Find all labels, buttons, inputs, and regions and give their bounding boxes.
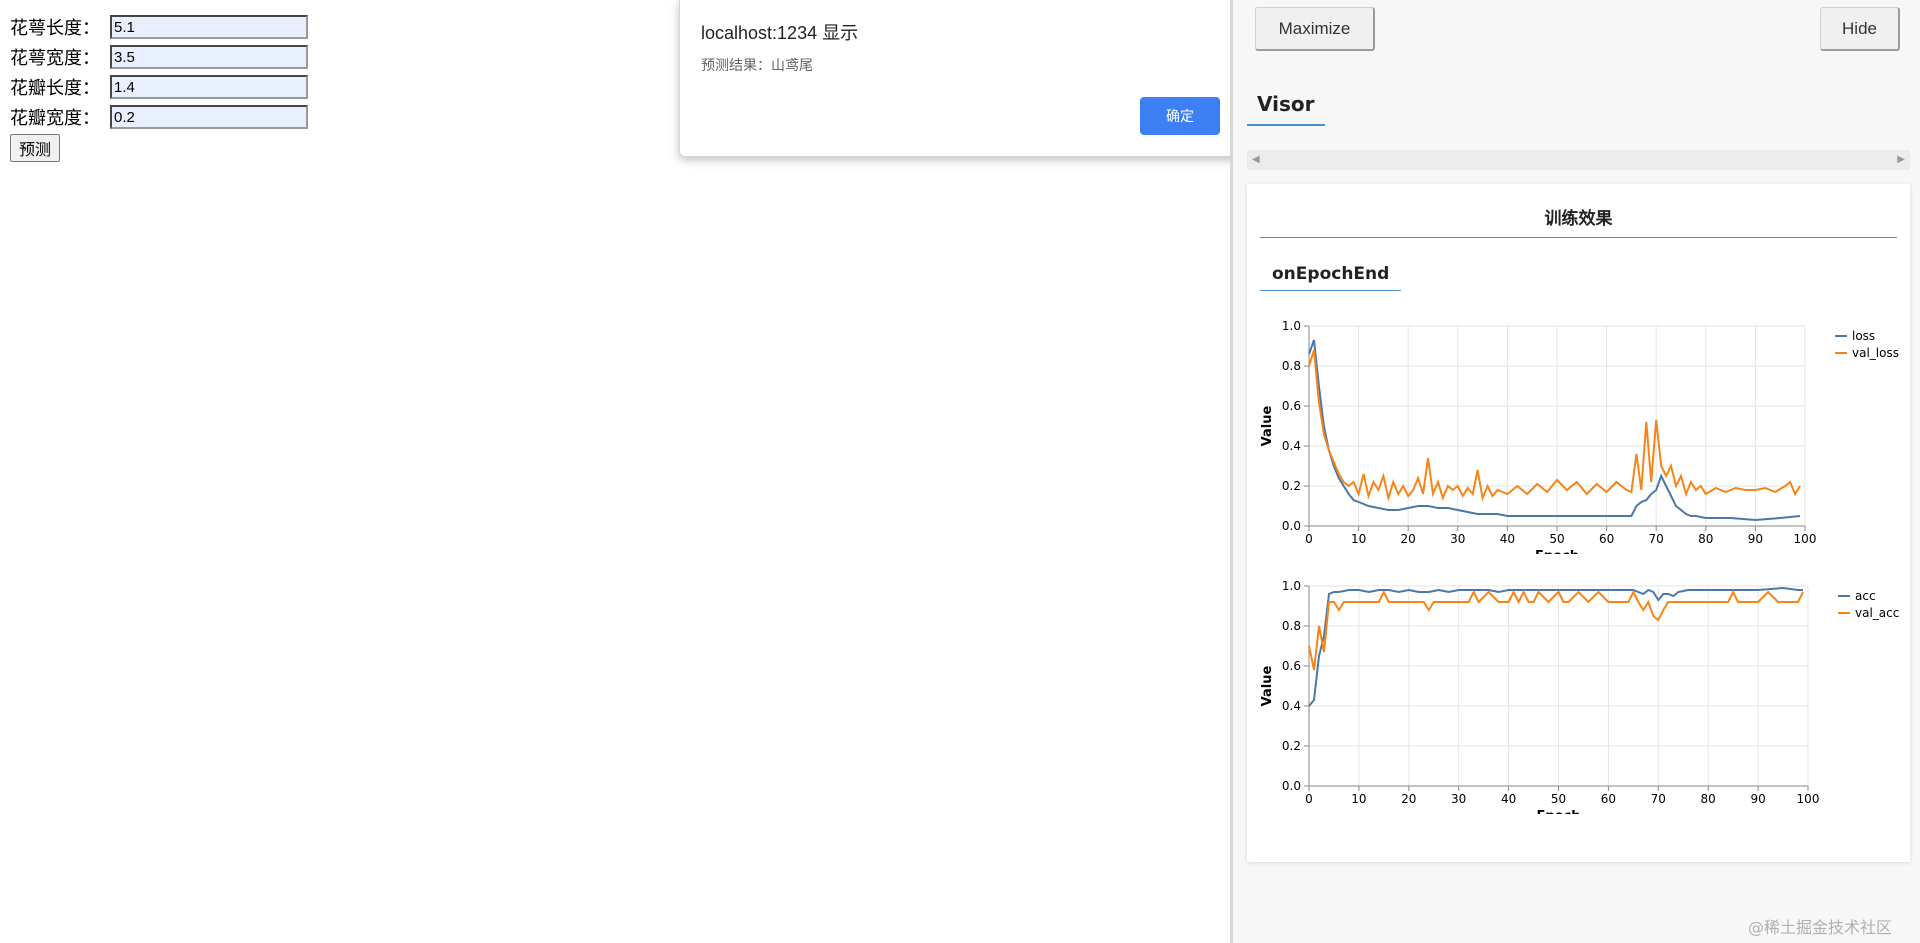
x-tick-label: 30 xyxy=(1451,792,1466,806)
x-axis-label: Epoch xyxy=(1535,549,1579,554)
x-tick-label: 90 xyxy=(1750,792,1765,806)
y-tick-label: 0.2 xyxy=(1282,739,1301,753)
field-row-sepal-width: 花萼宽度： xyxy=(10,42,308,72)
alert-dialog: localhost:1234 显示 预测结果：山鸢尾 确定 xyxy=(679,0,1242,157)
series-line-val-loss xyxy=(1308,349,1801,502)
legend-label: loss xyxy=(1852,329,1875,343)
sepal-length-label: 花萼长度： xyxy=(10,18,100,39)
x-tick-label: 10 xyxy=(1351,792,1366,806)
sepal-length-input[interactable] xyxy=(110,15,308,39)
y-tick-label: 0.0 xyxy=(1282,779,1301,793)
y-tick-label: 0.4 xyxy=(1282,699,1301,713)
y-tick-label: 1.0 xyxy=(1282,319,1301,333)
x-tick-label: 90 xyxy=(1748,532,1763,546)
y-tick-label: 0.6 xyxy=(1282,399,1301,413)
x-tick-label: 50 xyxy=(1551,792,1566,806)
y-tick-label: 1.0 xyxy=(1282,579,1301,593)
maximize-button[interactable]: Maximize xyxy=(1255,7,1375,51)
series-line-loss xyxy=(1308,339,1801,522)
tab-scrollbar[interactable]: ◀ ▶ xyxy=(1247,150,1910,170)
sepal-width-input[interactable] xyxy=(110,45,308,69)
x-tick-label: 20 xyxy=(1401,532,1416,546)
x-tick-label: 0 xyxy=(1305,792,1313,806)
x-tick-label: 30 xyxy=(1450,532,1465,546)
petal-width-input[interactable] xyxy=(110,105,308,129)
predict-button[interactable]: 预测 xyxy=(10,134,61,162)
series-line-acc xyxy=(1308,586,1803,707)
hide-button[interactable]: Hide xyxy=(1820,7,1900,51)
field-row-sepal-length: 花萼长度： xyxy=(10,12,308,42)
iris-form: 花萼长度： 花萼宽度： 花瓣长度： 花瓣宽度： 预测 xyxy=(10,12,308,162)
x-tick-label: 40 xyxy=(1500,532,1515,546)
x-tick-label: 70 xyxy=(1651,792,1666,806)
petal-width-label: 花瓣宽度： xyxy=(10,108,100,129)
y-tick-label: 0.8 xyxy=(1282,359,1301,373)
x-tick-label: 80 xyxy=(1698,532,1713,546)
visor-tab-title[interactable]: Visor xyxy=(1247,92,1325,126)
surface-card: 训练效果 onEpochEnd 0 10 20 30 40 50 60 70 80 90 100 0.… xyxy=(1247,184,1910,862)
y-tick-label: 0.0 xyxy=(1282,519,1301,533)
alert-message: 预测结果：山鸢尾 xyxy=(701,58,813,74)
x-tick-label: 10 xyxy=(1351,532,1366,546)
x-tick-label: 20 xyxy=(1401,792,1416,806)
x-tick-label: 0 xyxy=(1305,532,1313,546)
visor-panel: Maximize Hide Visor ◀ ▶ 训练效果 onEpochEnd … xyxy=(1230,0,1920,943)
petal-length-label: 花瓣长度： xyxy=(10,78,100,99)
x-tick-label: 60 xyxy=(1599,532,1614,546)
x-tick-label: 60 xyxy=(1601,792,1616,806)
scroll-left-icon[interactable]: ◀ xyxy=(1252,154,1260,165)
x-tick-label: 70 xyxy=(1649,532,1664,546)
x-tick-label: 40 xyxy=(1501,792,1516,806)
alert-ok-button[interactable]: 确定 xyxy=(1140,97,1220,135)
y-tick-label: 0.6 xyxy=(1282,659,1301,673)
field-row-petal-width: 花瓣宽度： xyxy=(10,102,308,132)
x-tick-label: 50 xyxy=(1549,532,1564,546)
loss-chart: 0 10 20 30 40 50 60 70 80 90 100 0.0 0.2 0.4 0.6 0.8 1.0… xyxy=(1260,319,1899,554)
y-axis-label: Value xyxy=(1260,405,1275,446)
surface-title: 训练效果 xyxy=(1260,204,1897,238)
petal-length-input[interactable] xyxy=(110,75,308,99)
x-axis-label: Epoch xyxy=(1536,809,1580,814)
legend-label: val_acc xyxy=(1855,606,1899,620)
scroll-right-icon[interactable]: ▶ xyxy=(1897,154,1905,165)
x-tick-label: 100 xyxy=(1794,532,1817,546)
x-tick-label: 100 xyxy=(1797,792,1820,806)
field-row-petal-length: 花瓣长度： xyxy=(10,72,308,102)
alert-title: localhost:1234 显示 xyxy=(701,23,859,43)
series-line-val-acc xyxy=(1308,589,1804,671)
y-tick-label: 0.4 xyxy=(1282,439,1301,453)
x-tick-label: 80 xyxy=(1701,792,1716,806)
sepal-width-label: 花萼宽度： xyxy=(10,48,100,69)
y-tick-label: 0.8 xyxy=(1282,619,1301,633)
tab-on-epoch-end[interactable]: onEpochEnd xyxy=(1260,264,1402,291)
accuracy-chart: 0 10 20 30 40 50 60 70 80 90 100 0.0 0.2 0.4 0.6 0.8 1.0… xyxy=(1260,579,1899,814)
watermark: @稀土掘金技术社区 xyxy=(1748,918,1893,937)
legend-label: acc xyxy=(1855,589,1876,603)
y-tick-label: 0.2 xyxy=(1282,479,1301,493)
legend-label: val_loss xyxy=(1852,346,1899,360)
y-axis-label: Value xyxy=(1260,665,1275,706)
